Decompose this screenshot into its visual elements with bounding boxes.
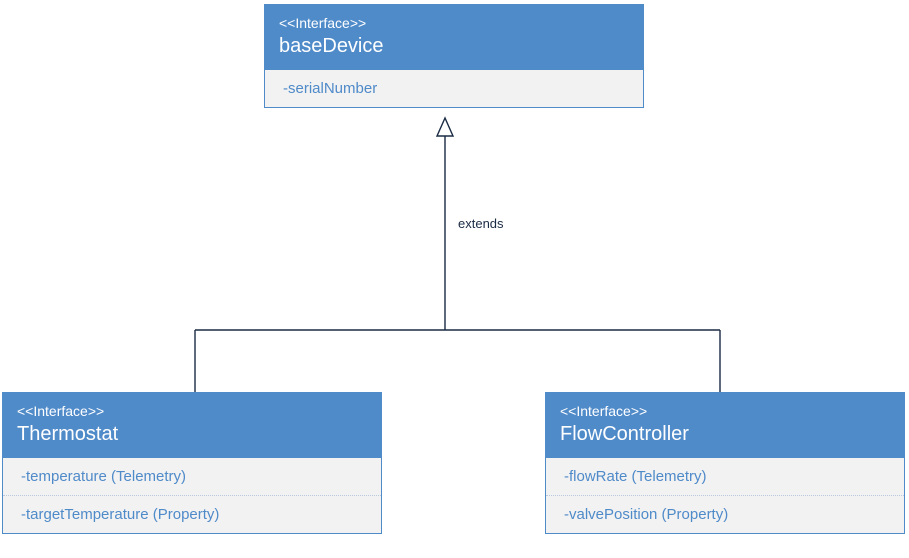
uml-header: <<Interface>> Thermostat	[3, 393, 381, 458]
uml-attribute: -valvePosition (Property)	[546, 496, 904, 533]
uml-stereotype: <<Interface>>	[560, 403, 890, 419]
edge-label-extends: extends	[458, 216, 504, 231]
generalization-arrowhead	[437, 118, 453, 136]
uml-stereotype: <<Interface>>	[279, 15, 629, 31]
uml-attributes: -temperature (Telemetry) -targetTemperat…	[3, 458, 381, 533]
uml-header: <<Interface>> FlowController	[546, 393, 904, 458]
uml-class-flowcontroller: <<Interface>> FlowController -flowRate (…	[545, 392, 905, 534]
uml-attributes: -flowRate (Telemetry) -valvePosition (Pr…	[546, 458, 904, 533]
uml-attribute: -temperature (Telemetry)	[3, 458, 381, 496]
uml-class-thermostat: <<Interface>> Thermostat -temperature (T…	[2, 392, 382, 534]
uml-attribute: -targetTemperature (Property)	[3, 496, 381, 533]
uml-class-name: baseDevice	[279, 35, 629, 58]
uml-attribute: -serialNumber	[265, 70, 643, 107]
uml-class-name: Thermostat	[17, 423, 367, 446]
uml-attributes: -serialNumber	[265, 70, 643, 107]
uml-class-basedevice: <<Interface>> baseDevice -serialNumber	[264, 4, 644, 108]
uml-stereotype: <<Interface>>	[17, 403, 367, 419]
uml-class-name: FlowController	[560, 423, 890, 446]
uml-attribute: -flowRate (Telemetry)	[546, 458, 904, 496]
uml-header: <<Interface>> baseDevice	[265, 5, 643, 70]
